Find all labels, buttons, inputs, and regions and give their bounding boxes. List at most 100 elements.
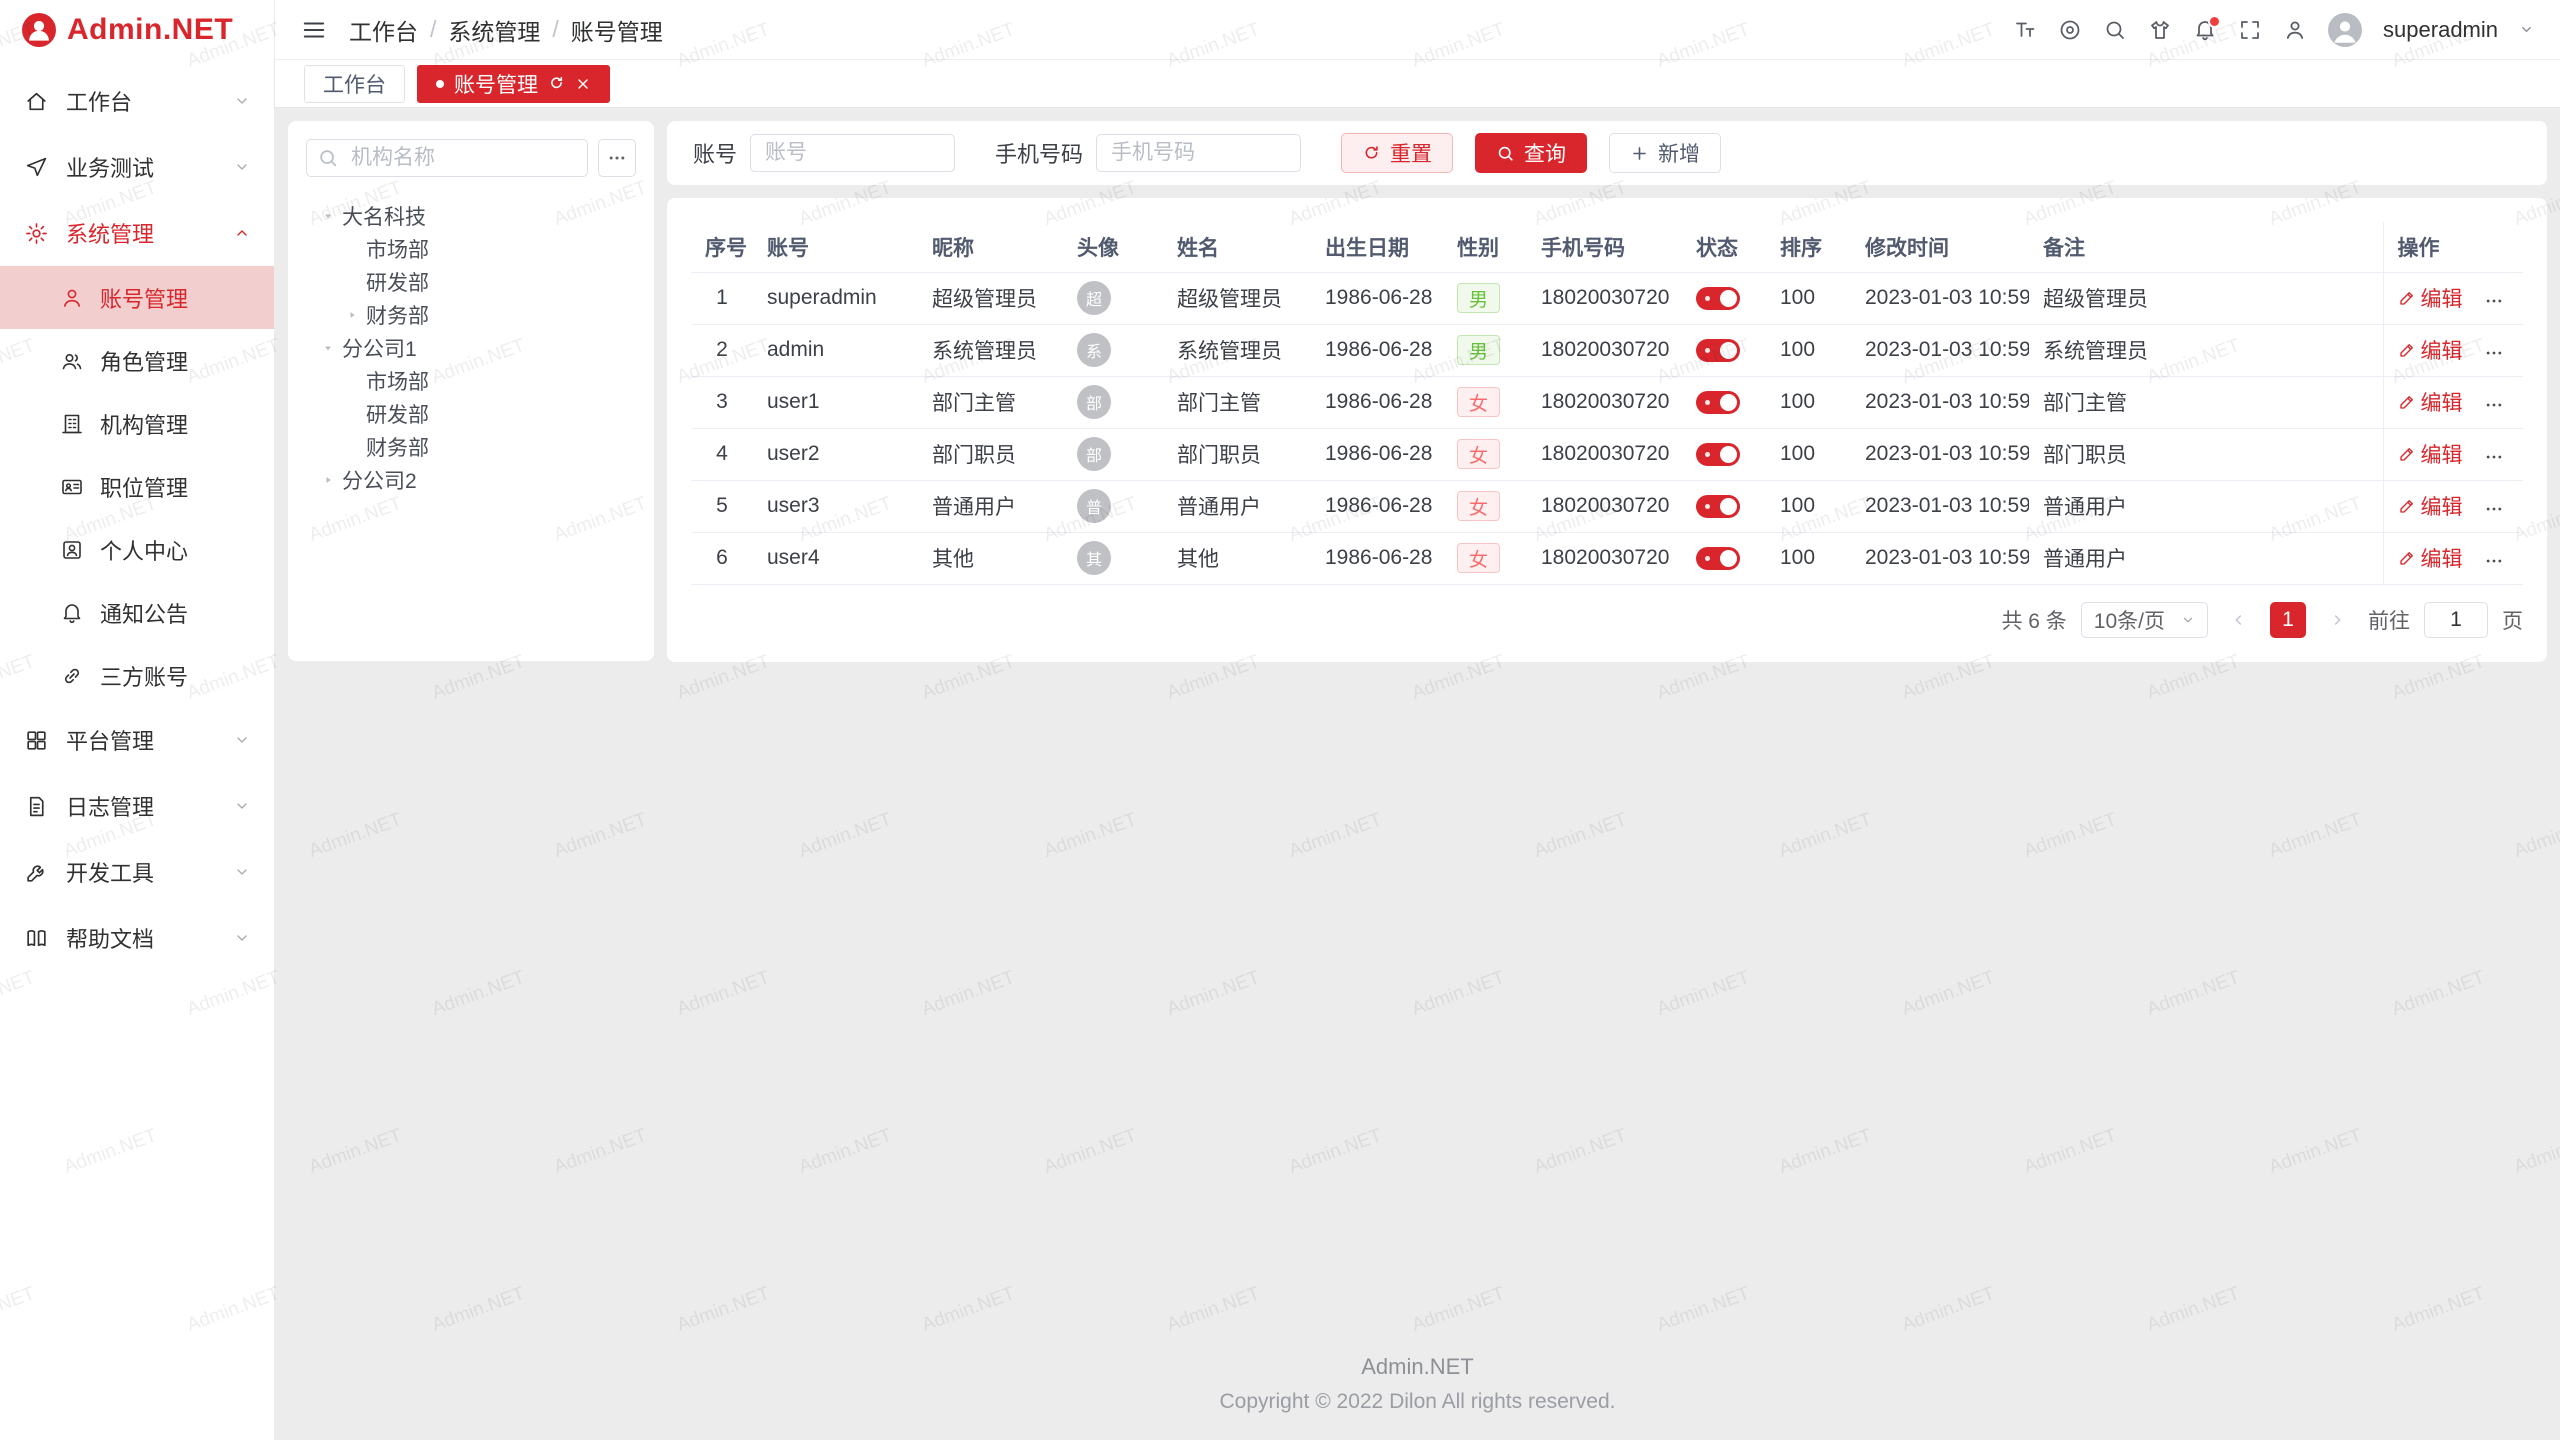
tree-node[interactable]: 财务部	[306, 430, 636, 463]
search-button[interactable]: 查询	[1475, 133, 1587, 173]
avatar[interactable]	[2328, 13, 2362, 47]
column-header: 头像	[1063, 222, 1163, 272]
search-icon	[317, 147, 339, 169]
refresh-icon[interactable]	[548, 75, 565, 92]
edit-button[interactable]: 编辑	[2398, 283, 2463, 313]
sidebar-item-system-management[interactable]: 系统管理	[0, 200, 274, 266]
account-input[interactable]	[750, 134, 955, 172]
row-more-icon[interactable]	[2484, 343, 2504, 363]
cell-remark: 普通用户	[2029, 480, 2383, 532]
username[interactable]: superadmin	[2383, 17, 2498, 43]
breadcrumb-item[interactable]: 工作台	[349, 13, 418, 47]
tab-account-management[interactable]: 账号管理	[417, 65, 610, 103]
tree-node[interactable]: 财务部	[306, 298, 636, 331]
prev-page-button[interactable]	[2222, 602, 2256, 638]
tree-node[interactable]: 市场部	[306, 232, 636, 265]
row-more-icon[interactable]	[2484, 291, 2504, 311]
cell-modified-time: 2023-01-03 10:59:44	[1851, 324, 2029, 376]
cell-remark: 部门主管	[2029, 376, 2383, 428]
chevron-down-icon[interactable]	[2519, 22, 2534, 37]
sidebar-item-notice[interactable]: 通知公告	[0, 581, 274, 644]
sidebar-item-platform-management[interactable]: 平台管理	[0, 707, 274, 773]
tree-node[interactable]: 分公司1	[306, 331, 636, 364]
close-icon[interactable]	[575, 76, 591, 92]
tree-node-label: 市场部	[366, 234, 429, 264]
sidebar-item-help-docs[interactable]: 帮助文档	[0, 905, 274, 971]
page-size-select[interactable]: 10条/页	[2081, 602, 2208, 638]
status-toggle[interactable]	[1696, 547, 1740, 570]
tree-node-label: 研发部	[366, 399, 429, 429]
column-header: 账号	[753, 222, 918, 272]
tree-node[interactable]: 研发部	[306, 265, 636, 298]
sidebar-item-label: 职位管理	[100, 471, 188, 503]
building-icon	[60, 412, 84, 436]
cell-phone: 18020030720	[1527, 324, 1682, 376]
status-toggle[interactable]	[1696, 495, 1740, 518]
font-size-icon[interactable]	[2013, 18, 2037, 42]
sidebar-item-org-management[interactable]: 机构管理	[0, 392, 274, 455]
tree-node-label: 财务部	[366, 300, 429, 330]
add-button[interactable]: 新增	[1609, 133, 1721, 173]
cell-index: 3	[691, 376, 753, 428]
row-more-icon[interactable]	[2484, 551, 2504, 571]
goto-page-input[interactable]	[2424, 602, 2488, 638]
notification-icon[interactable]	[2193, 18, 2217, 42]
caret-right-icon[interactable]	[316, 473, 340, 487]
cell-nickname: 部门主管	[918, 376, 1063, 428]
sidebar-item-position-management[interactable]: 职位管理	[0, 455, 274, 518]
edit-button[interactable]: 编辑	[2398, 335, 2463, 365]
caret-down-icon[interactable]	[316, 341, 340, 355]
phone-input[interactable]	[1096, 134, 1301, 172]
page-number[interactable]: 1	[2270, 602, 2306, 638]
more-button[interactable]	[598, 139, 636, 177]
tree-node[interactable]: 分公司2	[306, 463, 636, 496]
sidebar-item-workbench[interactable]: 工作台	[0, 68, 274, 134]
edit-button[interactable]: 编辑	[2398, 491, 2463, 521]
search-icon[interactable]	[2103, 18, 2127, 42]
row-more-icon[interactable]	[2484, 499, 2504, 519]
tab-workbench[interactable]: 工作台	[304, 65, 405, 103]
sidebar-item-account-management[interactable]: 账号管理	[0, 266, 274, 329]
breadcrumb-item[interactable]: 系统管理	[448, 13, 540, 47]
column-header: 状态	[1682, 222, 1766, 272]
sidebar-item-role-management[interactable]: 角色管理	[0, 329, 274, 392]
fullscreen-icon[interactable]	[2238, 18, 2262, 42]
sidebar-item-third-party-account[interactable]: 三方账号	[0, 644, 274, 707]
tab-active-dot	[436, 80, 444, 88]
org-search-input[interactable]	[306, 139, 588, 177]
cell-sort: 100	[1766, 480, 1851, 532]
app-logo[interactable]: Admin.NET	[0, 0, 274, 60]
disc-icon[interactable]	[2058, 18, 2082, 42]
row-more-icon[interactable]	[2484, 395, 2504, 415]
sidebar-item-log-management[interactable]: 日志管理	[0, 773, 274, 839]
sidebar-item-personal-center[interactable]: 个人中心	[0, 518, 274, 581]
caret-right-icon[interactable]	[340, 308, 364, 322]
grid-icon	[24, 728, 49, 753]
caret-down-icon[interactable]	[316, 209, 340, 223]
theme-icon[interactable]	[2148, 18, 2172, 42]
reset-button[interactable]: 重置	[1341, 133, 1453, 173]
cell-modified-time: 2023-01-03 10:59:44	[1851, 428, 2029, 480]
row-more-icon[interactable]	[2484, 447, 2504, 467]
edit-button[interactable]: 编辑	[2398, 439, 2463, 469]
user-icon	[60, 286, 84, 310]
tree-node[interactable]: 大名科技	[306, 199, 636, 232]
breadcrumb-item[interactable]: 账号管理	[571, 13, 663, 47]
status-toggle[interactable]	[1696, 391, 1740, 414]
hamburger-icon[interactable]	[301, 17, 327, 43]
sidebar-item-business-test[interactable]: 业务测试	[0, 134, 274, 200]
status-toggle[interactable]	[1696, 287, 1740, 310]
gender-badge: 女	[1457, 543, 1500, 573]
user-icon[interactable]	[2283, 18, 2307, 42]
edit-button[interactable]: 编辑	[2398, 543, 2463, 573]
next-page-button[interactable]	[2320, 602, 2354, 638]
sidebar-item-dev-tools[interactable]: 开发工具	[0, 839, 274, 905]
tree-node[interactable]: 市场部	[306, 364, 636, 397]
tree-node[interactable]: 研发部	[306, 397, 636, 430]
status-toggle[interactable]	[1696, 443, 1740, 466]
edit-button[interactable]: 编辑	[2398, 387, 2463, 417]
plane-icon	[24, 155, 49, 180]
row-avatar: 其	[1077, 541, 1111, 575]
column-header: 手机号码	[1527, 222, 1682, 272]
status-toggle[interactable]	[1696, 339, 1740, 362]
